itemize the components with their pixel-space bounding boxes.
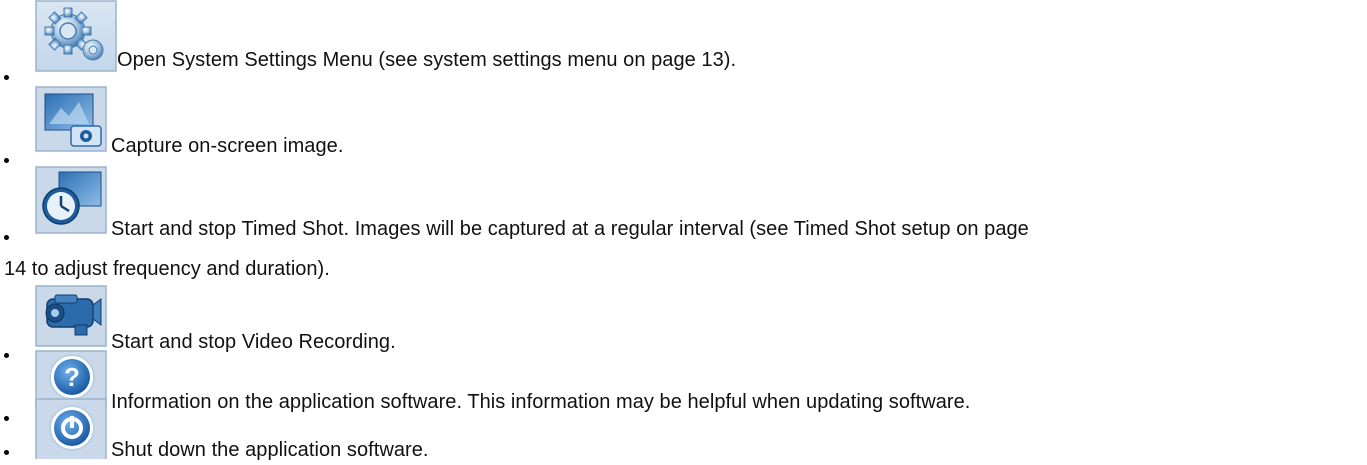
- power-icon[interactable]: [35, 398, 107, 459]
- svg-text:?: ?: [64, 362, 80, 392]
- list-item: Open System Settings Menu (see system se…: [0, 0, 1367, 80]
- list-item: Shut down the application software.: [0, 398, 1367, 461]
- list-item: Start and stop Timed Shot. Images will b…: [0, 166, 1367, 280]
- bullet: [4, 450, 9, 455]
- video-camera-icon[interactable]: [35, 285, 107, 347]
- capture-image-icon[interactable]: [35, 86, 107, 152]
- item-text: Shut down the application software.: [111, 439, 429, 461]
- settings-gear-icon[interactable]: [35, 0, 117, 72]
- list-item: Capture on-screen image.: [0, 86, 1367, 163]
- item-text: Open System Settings Menu (see system se…: [117, 49, 737, 71]
- bullet: [4, 158, 9, 163]
- item-text: Start and stop Timed Shot. Images will b…: [111, 218, 1029, 240]
- item-text-continued: 14 to adjust frequency and duration).: [4, 258, 330, 280]
- timed-shot-clock-icon[interactable]: [35, 166, 107, 234]
- bullet: [4, 235, 9, 240]
- bullet: [4, 75, 9, 80]
- list-item: Start and stop Video Recording.: [0, 285, 1367, 358]
- item-text: Capture on-screen image.: [111, 135, 344, 157]
